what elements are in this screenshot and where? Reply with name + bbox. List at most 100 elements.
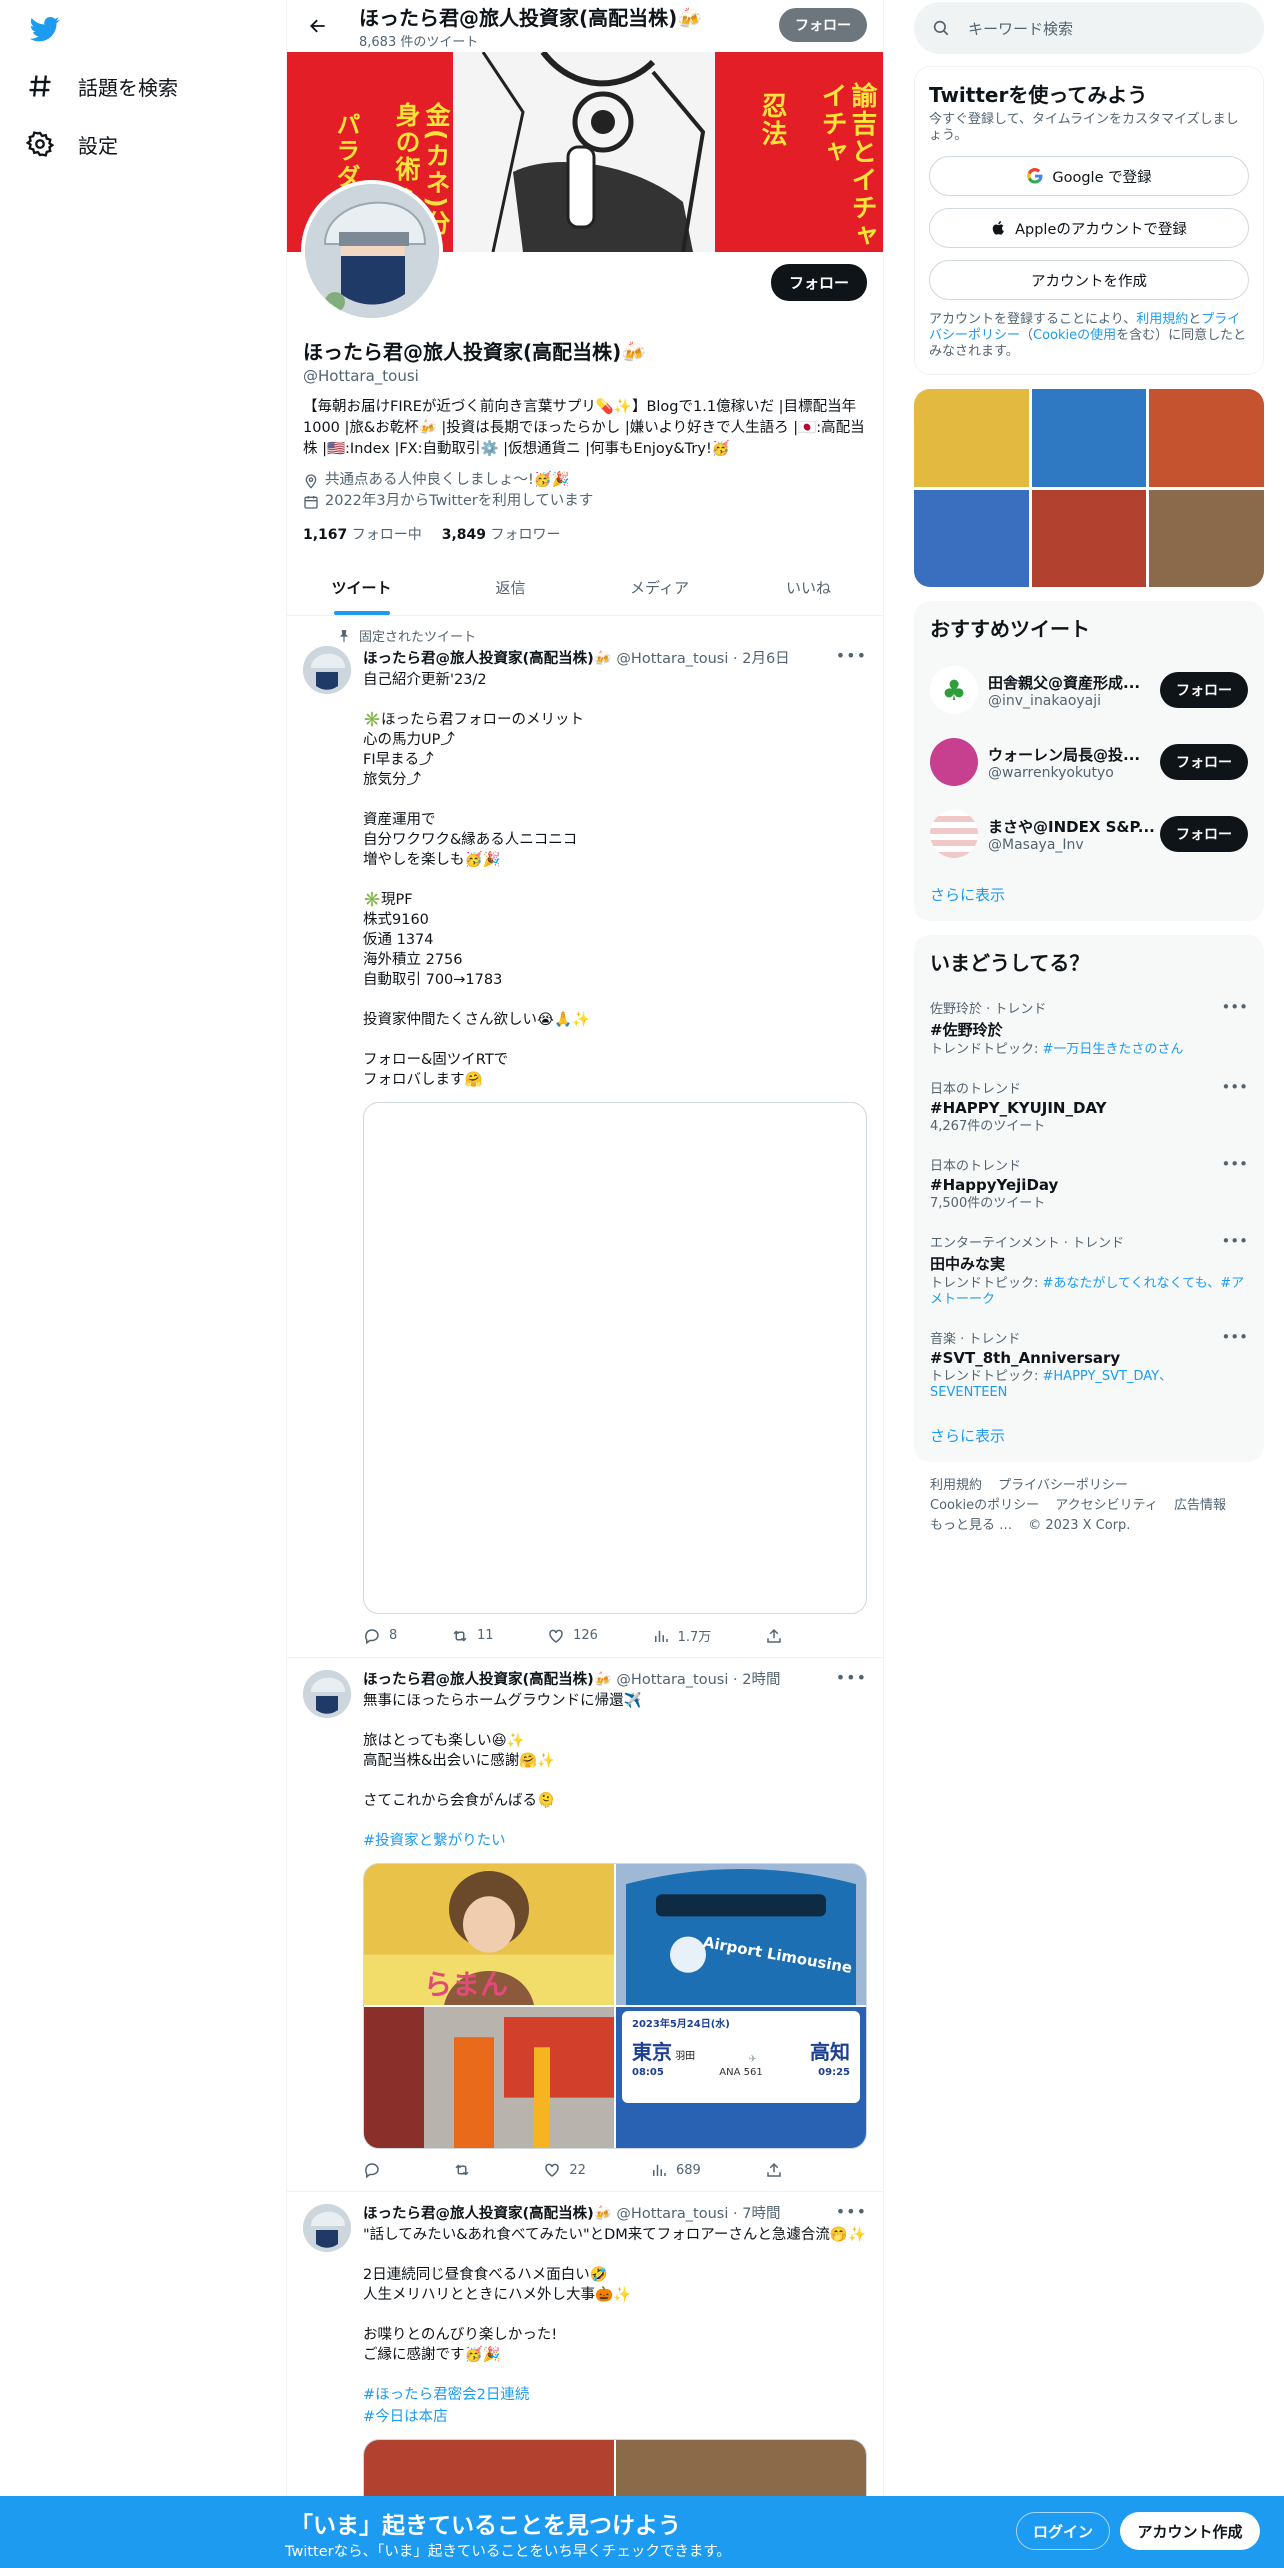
tweet-author-name[interactable]: ほったら君@旅人投資家(高配当株)🍻 — [363, 1672, 612, 1688]
login-button[interactable]: ログイン — [1016, 2512, 1110, 2550]
signup-button[interactable]: アカウント作成 — [1120, 2512, 1260, 2550]
reply-count: 8 — [389, 1628, 398, 1643]
trend-item[interactable]: エンターテインメント · トレンド 田中みな実 トレンドトピック: #あなたがし… — [914, 1222, 1264, 1318]
media-thumb[interactable] — [1031, 389, 1147, 487]
who-to-follow-item[interactable]: まさや@INDEX S&P... @Masaya_Inv フォロー — [914, 798, 1264, 870]
views-button[interactable]: 689 — [650, 2161, 701, 2179]
profile-avatar[interactable] — [301, 180, 443, 322]
nav-settings[interactable]: 設定 — [26, 120, 118, 168]
nav-explore[interactable]: 話題を検索 — [26, 62, 178, 110]
google-signup-button[interactable]: Google で登録 — [929, 156, 1249, 196]
footer-privacy[interactable]: プライバシーポリシー — [998, 1478, 1128, 1493]
media-photo-ticket[interactable]: 2023年5月24日(水) 東京 羽田 ✈ 高知 08:05 ANA 561 0… — [616, 2007, 866, 2148]
back-button[interactable] — [301, 9, 335, 43]
more-options-icon[interactable]: ••• — [836, 2202, 867, 2221]
tab-tweets[interactable]: ツイート — [287, 562, 436, 615]
who-to-follow-item[interactable]: ウォーレン局長@投... @warrenkyokutyo フォロー — [914, 726, 1264, 798]
tweet-hashtag[interactable]: #ほったら君密会2日連続 — [363, 2385, 867, 2405]
more-options-icon[interactable]: ••• — [1221, 1078, 1248, 1096]
profile-joined: 2022年3月からTwitterを利用しています — [303, 491, 867, 512]
tweet-media-placeholder[interactable] — [363, 1102, 867, 1614]
more-options-icon[interactable]: ••• — [836, 646, 867, 665]
tab-likes[interactable]: いいね — [734, 562, 883, 615]
tweet-author-handle[interactable]: @Hottara_tousi — [616, 1672, 728, 1688]
tweet-hashtag[interactable]: #今日は本店 — [363, 2407, 867, 2427]
reply-button[interactable]: 8 — [363, 1626, 397, 1645]
tweet-hashtag[interactable]: #投資家と繋がりたい — [363, 1831, 867, 1851]
profile-follow-button[interactable]: フォロー — [770, 264, 867, 301]
media-photo-person[interactable]: らまん — [364, 1864, 614, 2005]
trend-item[interactable]: 音楽 · トレンド #SVT_8th_Anniversary トレンドトピック:… — [914, 1318, 1264, 1411]
trend-item[interactable]: 日本のトレンド #HappyYejiDay 7,500件のツイート ••• — [914, 1145, 1264, 1222]
show-more-link[interactable]: さらに表示 — [914, 1411, 1264, 1462]
tweet-avatar[interactable] — [303, 2204, 351, 2252]
tweet-author-handle[interactable]: @Hottara_tousi — [616, 2206, 728, 2222]
reply-button[interactable] — [363, 2161, 389, 2179]
twitter-logo-icon[interactable] — [28, 14, 62, 44]
footer-copyright: © 2023 X Corp. — [1028, 1518, 1131, 1533]
header-follow-button[interactable]: フォロー — [779, 8, 867, 42]
apple-signup-button[interactable]: Appleのアカウントで登録 — [929, 208, 1249, 248]
ticket-from-sub: 羽田 — [675, 2051, 696, 2062]
tweet-avatar[interactable] — [303, 646, 351, 694]
terms-link[interactable]: 利用規約 — [1136, 312, 1188, 327]
who-to-follow-item[interactable]: ♣ 田舎親父@資産形成... @inv_inakaoyaji フォロー — [914, 654, 1264, 726]
media-thumb[interactable] — [914, 389, 1029, 487]
tweet-pinned[interactable]: 固定されたツイート ほったら君@旅人投資家(高配当株)🍻 @Hottara_to… — [287, 616, 883, 1658]
followers-count: 3,849 — [441, 527, 487, 543]
like-button[interactable]: 22 — [543, 2161, 586, 2179]
footer-ads[interactable]: 広告情報 — [1174, 1498, 1226, 1513]
tweet[interactable]: ほったら君@旅人投資家(高配当株)🍻 @Hottara_tousi · 2時間 … — [287, 1658, 883, 2192]
trend-topic-link[interactable]: #一万日生きたさのさん — [1043, 1042, 1184, 1057]
media-thumb[interactable] — [1149, 489, 1264, 587]
who-follow-button[interactable]: フォロー — [1160, 816, 1248, 852]
search-box[interactable]: キーワード検索 — [914, 2, 1264, 54]
trend-item[interactable]: 日本のトレンド #HAPPY_KYUJIN_DAY 4,267件のツイート ••… — [914, 1068, 1264, 1145]
trends-card: いまどうしてる？ 佐野玲於 · トレンド #佐野玲於 トレンドトピック: #一万… — [914, 935, 1264, 1462]
tweet-author-name[interactable]: ほったら君@旅人投資家(高配当株)🍻 — [363, 2206, 612, 2222]
tweet-author-handle[interactable]: @Hottara_tousi — [616, 651, 728, 667]
tweet-author-name[interactable]: ほったら君@旅人投資家(高配当株)🍻 — [363, 651, 612, 667]
footer-terms[interactable]: 利用規約 — [930, 1478, 982, 1493]
footer-cookie[interactable]: Cookieのポリシー — [930, 1498, 1039, 1513]
like-count: 126 — [573, 1628, 598, 1643]
media-thumb[interactable] — [1031, 489, 1147, 587]
tab-media[interactable]: メディア — [585, 562, 734, 615]
media-photo-bus[interactable]: Airport Limousine — [616, 1864, 866, 2005]
create-account-button[interactable]: アカウントを作成 — [929, 260, 1249, 300]
show-more-link[interactable]: さらに表示 — [914, 870, 1264, 921]
tweet-time[interactable]: 2月6日 — [742, 651, 789, 667]
signup-subtitle: 今すぐ登録して、タイムラインをカスタマイズしましょう。 — [929, 112, 1239, 143]
views-button[interactable]: 1.7万 — [652, 1626, 711, 1645]
trend-item[interactable]: 佐野玲於 · トレンド #佐野玲於 トレンドトピック: #一万日生きたさのさん … — [914, 988, 1264, 1068]
retweet-count: 11 — [476, 1628, 494, 1643]
like-button[interactable]: 126 — [547, 1626, 598, 1645]
tweet-time[interactable]: 2時間 — [742, 1672, 780, 1688]
location-pin-icon — [305, 473, 317, 489]
tab-replies[interactable]: 返信 — [436, 562, 585, 615]
following-link[interactable]: 1,167 フォロー中 — [303, 524, 422, 544]
share-icon — [767, 1628, 781, 1643]
share-button[interactable] — [765, 2161, 783, 2179]
media-photo-shop[interactable] — [364, 2007, 614, 2148]
more-options-icon[interactable]: ••• — [1221, 998, 1248, 1016]
cookie-link[interactable]: Cookieの使用 — [1033, 328, 1116, 343]
who-follow-button[interactable]: フォロー — [1160, 672, 1248, 708]
manga-illustration-icon — [453, 52, 715, 252]
who-follow-button[interactable]: フォロー — [1160, 744, 1248, 780]
footer-more[interactable]: もっと見る … — [930, 1518, 1012, 1533]
more-options-icon[interactable]: ••• — [836, 1668, 867, 1687]
tweet-avatar[interactable] — [303, 1670, 351, 1718]
more-options-icon[interactable]: ••• — [1221, 1155, 1248, 1173]
followers-link[interactable]: 3,849 フォロワー — [442, 524, 561, 544]
tweet-time[interactable]: 7時間 — [742, 2206, 780, 2222]
avatar-thumb-icon — [303, 2204, 351, 2252]
retweet-button[interactable]: 11 — [451, 1626, 494, 1645]
more-options-icon[interactable]: ••• — [1221, 1232, 1248, 1250]
retweet-button[interactable] — [453, 2161, 479, 2179]
media-thumb[interactable] — [914, 489, 1029, 587]
media-thumb[interactable] — [1149, 389, 1264, 487]
more-options-icon[interactable]: ••• — [1221, 1328, 1248, 1346]
share-button[interactable] — [765, 1626, 783, 1645]
footer-accessibility[interactable]: アクセシビリティ — [1055, 1498, 1158, 1513]
